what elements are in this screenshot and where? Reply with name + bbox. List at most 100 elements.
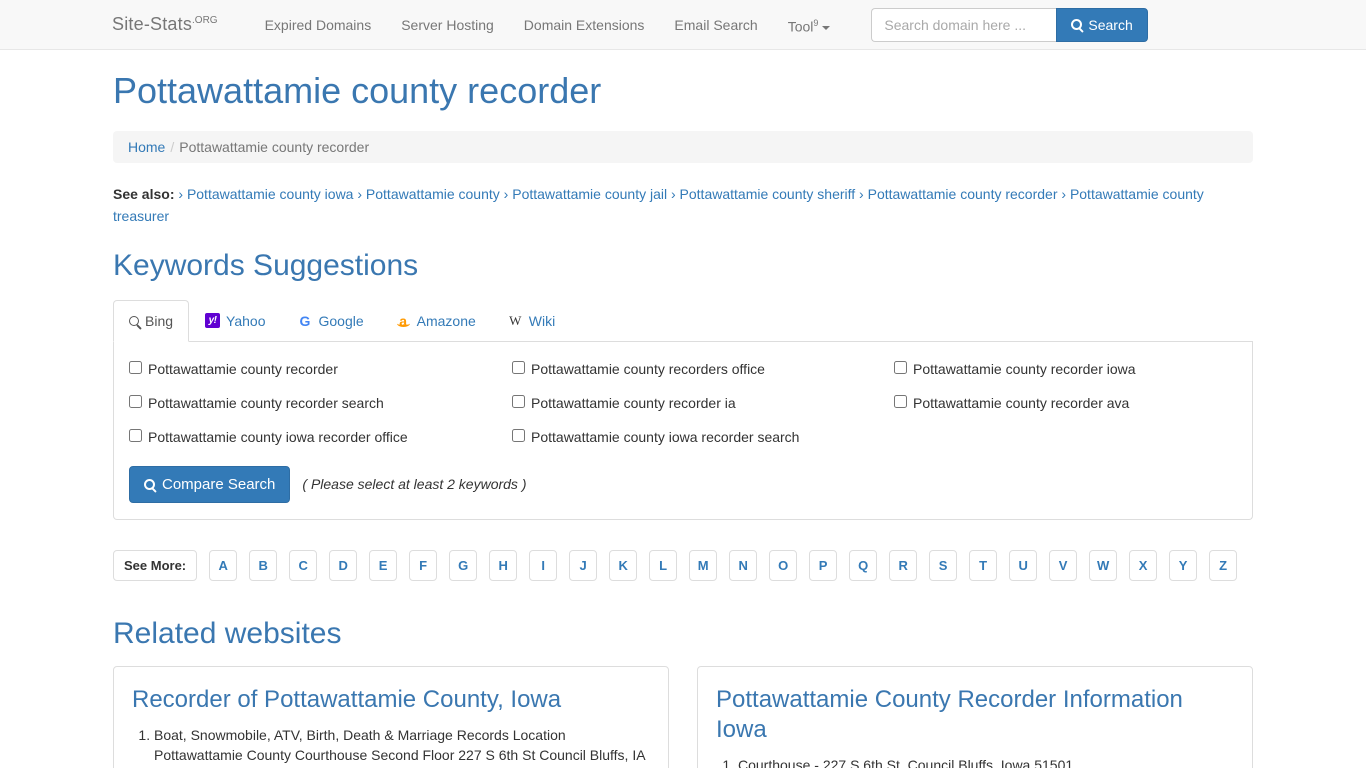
alpha-link-o[interactable]: O — [769, 549, 798, 581]
see-also-link-4[interactable]: Pottawattamie county recorder — [868, 186, 1058, 202]
see-also: See also: › Pottawattamie county iowa › … — [113, 183, 1253, 227]
keyword-item[interactable]: Pottawattamie county iowa recorder offic… — [129, 428, 512, 446]
keyword-item[interactable]: Pottawattamie county recorder ava — [894, 394, 1237, 412]
keyword-checkbox[interactable] — [512, 428, 525, 442]
keyword-item[interactable]: Pottawattamie county iowa recorder searc… — [512, 428, 894, 446]
navbar-search: Search — [871, 7, 1148, 42]
related-card-title[interactable]: Pottawattamie County Recorder Informatio… — [716, 685, 1234, 745]
keyword-item[interactable]: Pottawattamie county recorder — [129, 360, 512, 378]
keyword-label[interactable]: Pottawattamie county recorder iowa — [913, 360, 1136, 378]
alpha-link-h[interactable]: H — [489, 549, 518, 581]
keyword-label[interactable]: Pottawattamie county recorder search — [148, 394, 384, 412]
keyword-item[interactable]: Pottawattamie county recorder search — [129, 394, 512, 412]
nav-item-tool-dropdown[interactable]: Tool9 — [773, 0, 846, 51]
keyword-label[interactable]: Pottawattamie county recorder ia — [531, 394, 736, 412]
alpha-link-s[interactable]: S — [929, 549, 958, 581]
keyword-label[interactable]: Pottawattamie county iowa recorder searc… — [531, 428, 799, 446]
keyword-label[interactable]: Pottawattamie county recorders office — [531, 360, 765, 378]
related-card: Pottawattamie County Recorder Informatio… — [697, 665, 1253, 768]
tab-bing[interactable]: Bing — [113, 299, 190, 342]
see-also-link-3[interactable]: Pottawattamie county sheriff — [680, 186, 856, 202]
alpha-link-l[interactable]: L — [649, 549, 678, 581]
tab-google[interactable]: G Google — [281, 300, 379, 342]
search-icon — [129, 315, 139, 326]
site-logo-tld: .ORG — [192, 15, 218, 26]
nav-item-expired-domains[interactable]: Expired Domains — [250, 0, 387, 50]
chevron-icon: › — [670, 185, 676, 202]
see-more-label: See More: — [113, 549, 198, 581]
yahoo-icon: y! — [205, 313, 221, 329]
alpha-link-a[interactable]: A — [209, 549, 238, 581]
chevron-icon: › — [859, 185, 864, 202]
alpha-link-z[interactable]: Z — [1209, 549, 1238, 581]
tab-amazone[interactable]: a Amazone — [380, 300, 492, 342]
alpha-link-k[interactable]: K — [609, 549, 638, 581]
alpha-link-i[interactable]: I — [529, 549, 558, 581]
breadcrumb: Home / Pottawattamie county recorder — [113, 130, 1253, 163]
keyword-checkbox[interactable] — [512, 360, 525, 374]
alpha-link-r[interactable]: R — [889, 549, 918, 581]
keyword-checkbox[interactable] — [512, 394, 525, 408]
alpha-link-w[interactable]: W — [1089, 549, 1118, 581]
related-card-title[interactable]: Recorder of Pottawattamie County, Iowa — [132, 685, 650, 715]
keyword-item[interactable]: Pottawattamie county recorder ia — [512, 394, 894, 412]
breadcrumb-separator: / — [170, 138, 175, 155]
breadcrumb-home[interactable]: Home — [128, 139, 165, 155]
alpha-link-p[interactable]: P — [809, 549, 838, 581]
alpha-link-x[interactable]: X — [1129, 549, 1158, 581]
alpha-link-b[interactable]: B — [249, 549, 278, 581]
alpha-link-f[interactable]: F — [409, 549, 438, 581]
compare-search-button[interactable]: Compare Search — [129, 465, 291, 503]
related-card-link[interactable]: Recorder of Pottawattamie County, Iowa — [132, 686, 561, 713]
keywords-panel: Pottawattamie county recorder Pottawatta… — [113, 341, 1253, 520]
search-icon — [144, 478, 155, 490]
tab-yahoo-label: Yahoo — [226, 312, 266, 329]
keyword-label[interactable]: Pottawattamie county recorder ava — [913, 394, 1129, 412]
alpha-link-t[interactable]: T — [969, 549, 998, 581]
site-logo[interactable]: Site-Stats.ORG — [112, 14, 218, 35]
nav-links: Expired Domains Server Hosting Domain Ex… — [250, 0, 846, 51]
tab-wiki[interactable]: W Wiki — [492, 300, 571, 342]
alpha-link-y[interactable]: Y — [1169, 549, 1198, 581]
chevron-icon: › — [178, 185, 184, 202]
alpha-link-j[interactable]: J — [569, 549, 598, 581]
nav-item-email-search[interactable]: Email Search — [659, 0, 772, 50]
alpha-link-u[interactable]: U — [1009, 549, 1038, 581]
related-card-link[interactable]: Pottawattamie County Recorder Informatio… — [716, 686, 1183, 743]
keyword-checkbox[interactable] — [129, 428, 142, 442]
keyword-checkbox[interactable] — [894, 360, 907, 374]
keyword-label[interactable]: Pottawattamie county recorder — [148, 360, 338, 378]
see-also-link-0[interactable]: Pottawattamie county iowa — [187, 186, 354, 202]
alpha-link-d[interactable]: D — [329, 549, 358, 581]
see-also-link-1[interactable]: Pottawattamie county — [366, 186, 500, 202]
nav-item-server-hosting[interactable]: Server Hosting — [386, 0, 509, 50]
google-icon: G — [299, 312, 311, 329]
alpha-link-q[interactable]: Q — [849, 549, 878, 581]
keyword-checkbox[interactable] — [129, 360, 142, 374]
tab-yahoo[interactable]: y! Yahoo — [189, 300, 281, 342]
alpha-link-g[interactable]: G — [449, 549, 478, 581]
see-also-label: See also: — [113, 185, 175, 202]
search-button[interactable]: Search — [1056, 7, 1148, 42]
alpha-link-m[interactable]: M — [689, 549, 718, 581]
alpha-link-e[interactable]: E — [369, 549, 398, 581]
keyword-label[interactable]: Pottawattamie county iowa recorder offic… — [148, 428, 408, 446]
chevron-icon: › — [357, 185, 363, 202]
keyword-item[interactable]: Pottawattamie county recorder iowa — [894, 360, 1237, 378]
alpha-link-c[interactable]: C — [289, 549, 318, 581]
keyword-checkbox[interactable] — [894, 394, 907, 408]
alpha-link-v[interactable]: V — [1049, 549, 1078, 581]
see-also-link-2[interactable]: Pottawattamie county jail — [512, 186, 667, 202]
nav-item-domain-extensions[interactable]: Domain Extensions — [509, 0, 660, 50]
search-input[interactable] — [871, 7, 1057, 42]
keyword-item[interactable]: Pottawattamie county recorders office — [512, 360, 894, 378]
compare-search-label: Compare Search — [162, 475, 276, 493]
site-logo-text: Site-Stats — [112, 14, 193, 34]
alpha-link-n[interactable]: N — [729, 549, 758, 581]
keyword-checkbox[interactable] — [129, 394, 142, 408]
search-icon — [1071, 19, 1083, 30]
nav-item-tool-label: Tool — [787, 18, 814, 35]
tab-amazone-label: Amazone — [416, 312, 476, 329]
keyword-grid-spacer — [894, 428, 1237, 446]
related-card-list: Boat, Snowmobile, ATV, Birth, Death & Ma… — [132, 725, 650, 768]
